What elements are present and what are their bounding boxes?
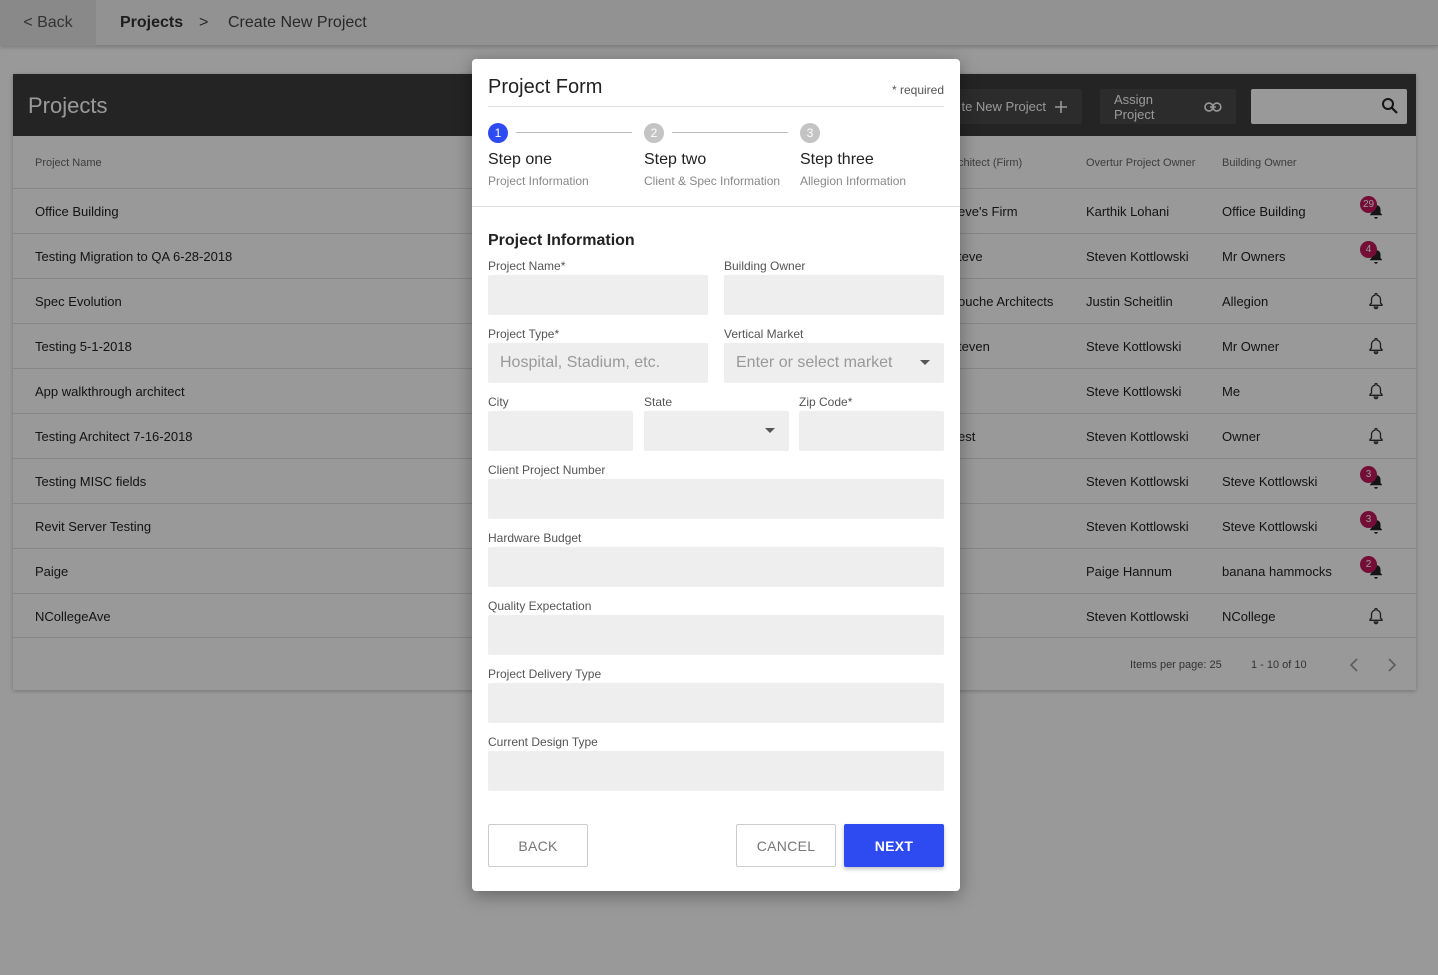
step-two-indicator: 2 xyxy=(644,123,664,143)
step-one-title: Step one xyxy=(488,151,553,168)
state-select[interactable] xyxy=(644,411,789,451)
project-type-placeholder: Hospital, Stadium, etc. xyxy=(500,354,661,371)
quality-expectation-field[interactable] xyxy=(488,615,944,655)
current-design-type-field[interactable] xyxy=(488,751,944,791)
vertical-market-select[interactable]: Enter or select market xyxy=(724,343,944,383)
project-type-label: Project Type* xyxy=(488,327,560,341)
next-button[interactable]: NEXT xyxy=(844,824,944,867)
building-owner-field[interactable] xyxy=(724,275,944,315)
cancel-button[interactable]: CANCEL xyxy=(736,824,836,867)
hardware-budget-field[interactable] xyxy=(488,547,944,587)
current-design-type-label: Current Design Type xyxy=(488,735,598,749)
hardware-budget-label: Hardware Budget xyxy=(488,531,582,545)
project-name-field[interactable] xyxy=(488,275,708,315)
section-title: Project Information xyxy=(488,232,635,249)
state-label: State xyxy=(644,395,673,409)
project-delivery-type-label: Project Delivery Type xyxy=(488,667,602,681)
project-delivery-type-field[interactable] xyxy=(488,683,944,723)
divider xyxy=(472,206,960,207)
quality-expectation-label: Quality Expectation xyxy=(488,599,592,613)
city-field[interactable] xyxy=(488,411,633,451)
dropdown-arrow-icon[interactable] xyxy=(765,428,775,433)
required-note: * required xyxy=(891,83,944,97)
project-form-dialog: Project Form * required 1 2 3 Step one P… xyxy=(472,59,960,891)
city-label: City xyxy=(488,395,509,409)
step-connector xyxy=(516,132,632,133)
project-name-label: Project Name* xyxy=(488,259,566,273)
zip-code-field[interactable] xyxy=(799,411,944,451)
zip-code-label: Zip Code* xyxy=(799,395,853,409)
vertical-market-placeholder: Enter or select market xyxy=(736,354,893,371)
divider xyxy=(488,106,944,107)
step-one-subtitle: Project Information xyxy=(488,174,589,188)
step-three-indicator: 3 xyxy=(800,123,820,143)
dialog-title: Project Form xyxy=(488,76,603,98)
client-project-number-label: Client Project Number xyxy=(488,463,606,477)
back-button[interactable]: BACK xyxy=(488,824,588,867)
dropdown-arrow-icon[interactable] xyxy=(920,360,930,365)
vertical-market-label: Vertical Market xyxy=(724,327,804,341)
client-project-number-field[interactable] xyxy=(488,479,944,519)
project-type-field[interactable]: Hospital, Stadium, etc. xyxy=(488,343,708,383)
step-three-subtitle: Allegion Information xyxy=(800,174,907,188)
step-two-subtitle: Client & Spec Information xyxy=(644,174,781,188)
step-three-title: Step three xyxy=(800,151,874,168)
step-two-title: Step two xyxy=(644,151,707,168)
step-connector xyxy=(672,132,788,133)
building-owner-label: Building Owner xyxy=(724,259,806,273)
step-one-indicator: 1 xyxy=(488,123,508,143)
